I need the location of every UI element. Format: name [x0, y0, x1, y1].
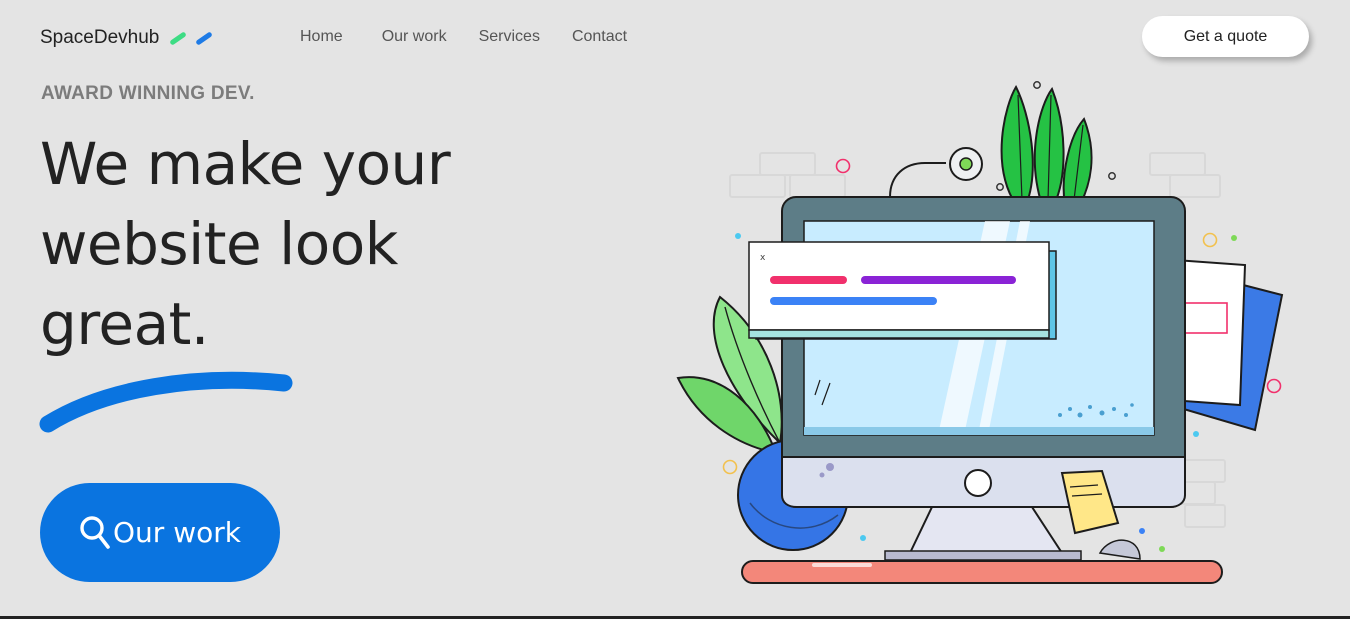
nav-services[interactable]: Services: [479, 28, 540, 46]
headline-line: great.: [40, 290, 209, 358]
nav-links: Home Our work Services Contact: [300, 28, 659, 46]
headline-underline-swoosh: [39, 371, 293, 433]
brand-slash-icon: [169, 30, 214, 46]
nav-our-work[interactable]: Our work: [382, 28, 447, 46]
hero-headline: We make your website look great.: [40, 124, 600, 364]
hero-eyebrow: AWARD WINNING DEV.: [41, 83, 255, 104]
our-work-button-label: Our work: [113, 516, 241, 549]
headline-line: We make your: [40, 130, 451, 198]
documents: [1168, 258, 1284, 432]
webcam: [889, 147, 983, 198]
popup-close-label: x: [760, 253, 766, 263]
nav-home[interactable]: Home: [300, 28, 343, 46]
leaves-top: [1000, 84, 1093, 206]
navbar: SpaceDevhub Home Our work Services Conta…: [0, 0, 1350, 76]
brand-logo[interactable]: SpaceDevhub: [40, 27, 214, 49]
search-icon: [80, 515, 110, 549]
headline-line: website look: [40, 210, 398, 278]
get-a-quote-button[interactable]: Get a quote: [1142, 16, 1309, 57]
popup-window: x: [748, 241, 1057, 340]
brand-name: SpaceDevhub: [40, 27, 160, 48]
computer-illustration: x: [676, 81, 1284, 584]
nav-contact[interactable]: Contact: [572, 28, 627, 46]
our-work-button[interactable]: Our work: [40, 483, 280, 582]
